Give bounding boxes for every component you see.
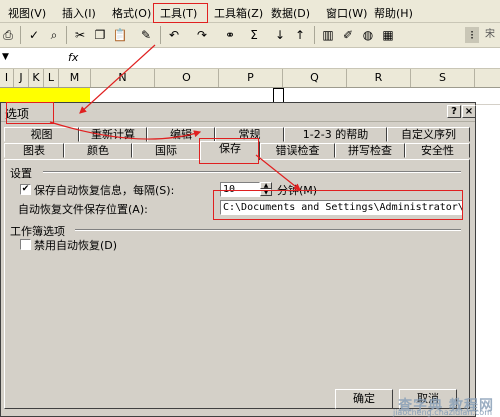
tab-save[interactable]: 保存 xyxy=(200,141,260,160)
autosum-icon[interactable]: Σ xyxy=(246,27,262,43)
menu-data[interactable]: 数据(D) xyxy=(271,5,310,21)
column-header[interactable]: R xyxy=(347,69,411,87)
spin-up-icon[interactable]: ▲ xyxy=(260,182,272,189)
menu-bar: 视图(V) 插入(I) 格式(O) 工具(T) 工具箱(Z) 数据(D) 窗口(… xyxy=(0,0,500,23)
paste-icon[interactable]: 📋 xyxy=(112,27,128,43)
tab-chart[interactable]: 图表 xyxy=(4,143,64,158)
disable-autorecover-label: 禁用自动恢复(D) xyxy=(34,239,118,252)
ok-button[interactable]: 确定 xyxy=(335,389,393,409)
tab-international[interactable]: 国际 xyxy=(132,143,200,158)
column-header[interactable]: P xyxy=(219,69,283,87)
format-painter-icon[interactable]: ✎ xyxy=(138,27,154,43)
standard-toolbar: ⎙ ✓ ⌕ ✂ ❐ 📋 ✎ ↶ ↷ ⚭ Σ ↓ ↑ ▥ ✐ ◍ ▦ ⁝ 宋 xyxy=(0,23,500,48)
settings-group-label: 设置 xyxy=(10,167,32,180)
undo-icon[interactable]: ↶ xyxy=(166,27,182,43)
tab-calculation[interactable]: 重新计算 xyxy=(79,127,147,142)
dialog-title: 选项 xyxy=(5,107,30,121)
copy-icon[interactable]: ❐ xyxy=(92,27,108,43)
autorecover-label: 保存自动恢复信息，每隔(S): xyxy=(34,184,175,197)
options-dialog: 选项 ? × 视图 重新计算 编辑 常规 1-2-3 的帮助 自定义序列 图表 … xyxy=(0,102,476,417)
column-header[interactable]: L xyxy=(44,69,59,87)
font-box-icon[interactable]: 宋 xyxy=(480,27,500,43)
spelling-icon[interactable]: ✓ xyxy=(26,27,42,43)
name-box-dropdown-icon[interactable]: ▼ xyxy=(2,52,9,62)
watermark-url: jiaocheng.chazidian.com xyxy=(392,408,492,417)
column-header[interactable]: N xyxy=(91,69,155,87)
toolbar-options-icon[interactable]: ⁝ xyxy=(465,27,479,43)
toolbar-separator xyxy=(314,26,315,44)
close-icon[interactable]: × xyxy=(462,105,476,118)
tab-edit[interactable]: 编辑 xyxy=(147,127,215,142)
column-headers: I J K L M N O P Q R S xyxy=(0,69,500,88)
tab-lotus-help[interactable]: 1-2-3 的帮助 xyxy=(284,127,387,142)
globe-icon[interactable]: ◍ xyxy=(360,27,376,43)
menu-window[interactable]: 窗口(W) xyxy=(326,5,367,21)
autorecover-location-input[interactable]: C:\Documents and Settings\Administrator\… xyxy=(220,200,463,215)
tab-custom-lists[interactable]: 自定义序列 xyxy=(387,127,470,142)
tab-general[interactable]: 常规 xyxy=(215,127,284,142)
redo-icon[interactable]: ↷ xyxy=(194,27,210,43)
chart-wizard-icon[interactable]: ▥ xyxy=(320,27,336,43)
menu-tools[interactable]: 工具(T) xyxy=(160,5,197,21)
column-header[interactable]: O xyxy=(155,69,219,87)
drawing-icon[interactable]: ✐ xyxy=(340,27,356,43)
column-header[interactable]: M xyxy=(59,69,91,87)
toolbar-separator xyxy=(20,26,21,44)
menu-format[interactable]: 格式(O) xyxy=(112,5,151,21)
sort-descending-icon[interactable]: ↑ xyxy=(292,27,308,43)
minutes-spinner[interactable]: ▲ ▼ xyxy=(260,182,272,197)
research-icon[interactable]: ⌕ xyxy=(46,27,62,43)
help-icon[interactable]: ? xyxy=(447,105,461,118)
menu-help[interactable]: 帮助(H) xyxy=(374,5,413,21)
autorecover-checkbox[interactable]: ✔ xyxy=(20,184,31,195)
column-header[interactable]: Q xyxy=(283,69,347,87)
column-header[interactable]: K xyxy=(29,69,44,87)
print-icon[interactable]: ⎙ xyxy=(0,27,16,43)
cut-icon[interactable]: ✂ xyxy=(72,27,88,43)
map-icon[interactable]: ▦ xyxy=(380,27,396,43)
toolbar-separator xyxy=(160,26,161,44)
column-header[interactable]: I xyxy=(0,69,14,87)
fx-icon[interactable]: fx xyxy=(68,51,78,64)
menu-toolbox[interactable]: 工具箱(Z) xyxy=(214,5,263,21)
tab-error-checking[interactable]: 错误检查 xyxy=(260,143,335,158)
menu-view[interactable]: 视图(V) xyxy=(8,5,46,21)
formula-bar: ▼ fx xyxy=(0,48,500,69)
column-header[interactable]: S xyxy=(411,69,475,87)
tab-spelling[interactable]: 拼写检查 xyxy=(335,143,405,158)
tab-view[interactable]: 视图 xyxy=(4,127,79,142)
sort-ascending-icon[interactable]: ↓ xyxy=(272,27,288,43)
column-header[interactable]: J xyxy=(14,69,29,87)
tab-color[interactable]: 颜色 xyxy=(64,143,132,158)
save-tab-panel: 设置 ✔ 保存自动恢复信息，每隔(S): 10 ▲ ▼ 分钟(M) 自动恢复文件… xyxy=(4,159,470,409)
dialog-titlebar: 选项 ? × xyxy=(1,103,476,122)
autorecover-location-label: 自动恢复文件保存位置(A): xyxy=(18,203,148,216)
menu-insert[interactable]: 插入(I) xyxy=(62,5,96,21)
tab-security[interactable]: 安全性 xyxy=(405,143,470,158)
spin-down-icon[interactable]: ▼ xyxy=(260,189,272,196)
group-divider xyxy=(43,171,461,173)
autorecover-minutes-input[interactable]: 10 xyxy=(220,182,260,197)
group-divider xyxy=(75,229,461,231)
hyperlink-icon[interactable]: ⚭ xyxy=(222,27,238,43)
toolbar-separator xyxy=(66,26,67,44)
minutes-unit-label: 分钟(M) xyxy=(277,184,318,197)
disable-autorecover-checkbox[interactable] xyxy=(20,239,31,250)
